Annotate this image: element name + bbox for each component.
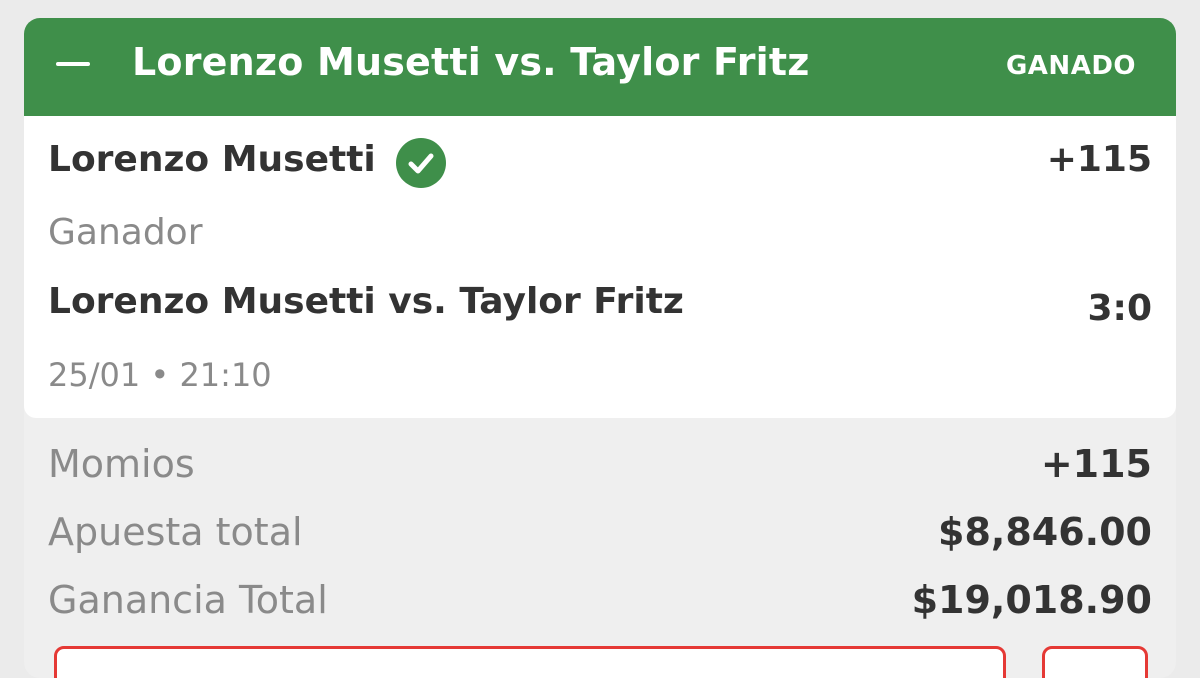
event-name: Lorenzo Musetti vs. Taylor Fritz	[48, 281, 684, 322]
summary-winnings-row: Ganancia Total $19,018.90	[48, 578, 1152, 626]
primary-action-button[interactable]	[54, 646, 1006, 678]
odds-value: +115	[1040, 442, 1152, 486]
winnings-value: $19,018.90	[911, 578, 1152, 622]
selection-name: Lorenzo Musetti	[48, 139, 376, 180]
odds-label: Momios	[48, 442, 195, 486]
summary-stake-row: Apuesta total $8,846.00	[48, 510, 1152, 558]
status-badge: GANADO	[1005, 51, 1136, 81]
summary-odds-row: Momios +115	[48, 442, 1152, 490]
header-title: Lorenzo Musetti vs. Taylor Fritz	[132, 40, 810, 84]
stake-label: Apuesta total	[48, 510, 303, 554]
stake-value: $8,846.00	[938, 510, 1152, 554]
secondary-action-button[interactable]	[1042, 646, 1148, 678]
bet-header[interactable]: Lorenzo Musetti vs. Taylor Fritz GANADO	[24, 18, 1176, 116]
selection-detail: Lorenzo Musetti +115 Ganador Lorenzo Mus…	[24, 116, 1176, 418]
event-datetime: 25/01 • 21:10	[48, 356, 272, 394]
event-score: 3:0	[1087, 288, 1153, 329]
checkmark-glyph	[408, 153, 434, 174]
selection-odds: +115	[1046, 139, 1152, 180]
check-circle-icon	[396, 138, 446, 188]
winnings-label: Ganancia Total	[48, 578, 328, 622]
minus-icon[interactable]	[56, 62, 90, 66]
market-label: Ganador	[48, 212, 203, 253]
bet-card: Lorenzo Musetti vs. Taylor Fritz GANADO …	[24, 18, 1176, 678]
